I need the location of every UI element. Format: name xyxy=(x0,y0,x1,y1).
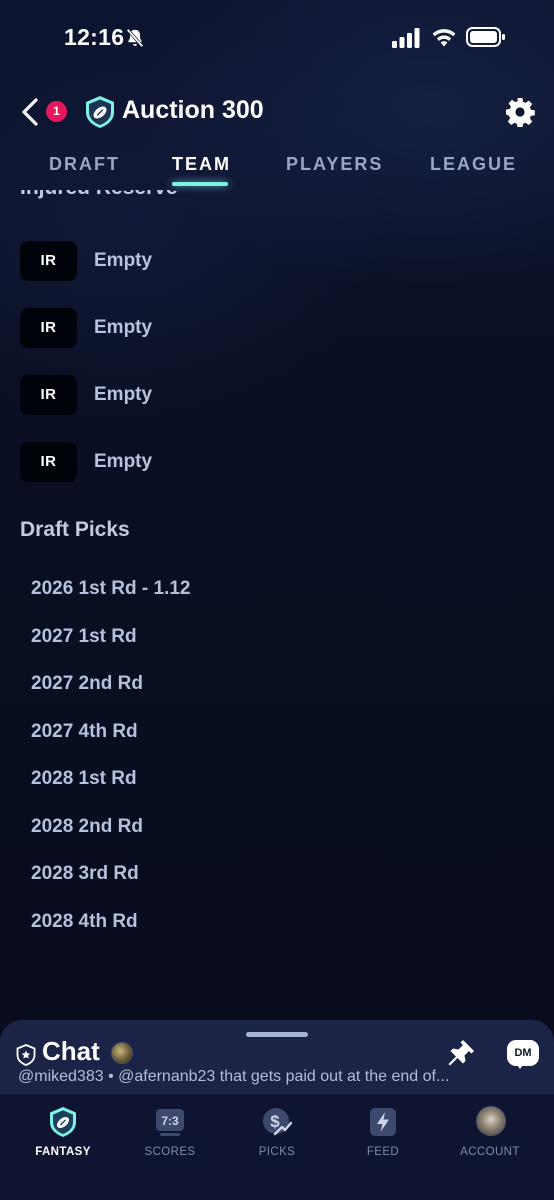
draft-pick-item[interactable]: 2026 1st Rd - 1.12 xyxy=(31,578,190,600)
draft-pick-item[interactable]: 2028 3rd Rd xyxy=(31,863,139,885)
nav-label: ACCOUNT xyxy=(460,1146,520,1158)
ir-chip: IR xyxy=(20,375,77,415)
money-trend-icon: $ xyxy=(263,1108,293,1136)
tab-draft[interactable]: DRAFT xyxy=(49,154,120,175)
svg-text:$: $ xyxy=(270,1112,280,1131)
tab-players[interactable]: PLAYERS xyxy=(286,154,383,175)
league-logo-icon xyxy=(86,96,114,128)
lightning-icon xyxy=(370,1108,396,1136)
nav-fantasy[interactable]: FANTASY xyxy=(13,1104,113,1174)
bell-slash-icon xyxy=(126,28,144,48)
notification-badge[interactable]: 1 xyxy=(46,101,67,122)
avatar xyxy=(111,1042,133,1064)
gear-icon[interactable] xyxy=(505,97,535,127)
shield-icon xyxy=(16,1044,36,1066)
ir-slot-label: Empty xyxy=(94,384,153,405)
ir-chip: IR xyxy=(20,442,77,482)
draft-pick-item[interactable]: 2027 1st Rd xyxy=(31,626,137,648)
draft-pick-item[interactable]: 2028 4th Rd xyxy=(31,911,138,933)
chat-title[interactable]: Chat xyxy=(42,1036,100,1067)
nav-picks[interactable]: $ PICKS xyxy=(227,1104,327,1174)
draft-pick-item[interactable]: 2028 1st Rd xyxy=(31,768,137,790)
nav-label: SCORES xyxy=(144,1146,196,1158)
nav-account[interactable]: ACCOUNT xyxy=(440,1104,540,1174)
football-shield-icon xyxy=(50,1107,76,1137)
battery-icon xyxy=(466,27,505,47)
bottom-nav: FANTASY 7:3 SCORES $ PICKS FEED ACCOUNT xyxy=(0,1093,554,1200)
tab-team[interactable]: TEAM xyxy=(172,154,231,175)
team-content[interactable]: Injured Reserve IR Empty IR Empty IR Emp… xyxy=(0,190,554,1020)
ir-chip: IR xyxy=(20,241,77,281)
svg-text:7:3: 7:3 xyxy=(161,1114,179,1128)
nav-scores[interactable]: 7:3 SCORES xyxy=(120,1104,220,1174)
injured-reserve-heading: Injured Reserve xyxy=(20,190,178,200)
nav-feed[interactable]: FEED xyxy=(333,1104,433,1174)
tab-bar: DRAFT TEAM PLAYERS LEAGUE xyxy=(0,150,554,190)
draft-picks-heading: Draft Picks xyxy=(20,518,130,541)
ir-chip: IR xyxy=(20,308,77,348)
status-bar: 12:16 xyxy=(0,0,554,80)
chat-preview[interactable]: @miked383 • @afernanb23 that gets paid o… xyxy=(18,1068,538,1086)
active-tab-indicator xyxy=(172,182,228,186)
ir-slot[interactable]: IR Empty xyxy=(20,241,340,281)
signal-icon xyxy=(392,28,420,48)
ir-slot[interactable]: IR Empty xyxy=(20,375,340,415)
back-button[interactable] xyxy=(18,96,46,128)
pin-icon[interactable] xyxy=(446,1038,476,1068)
wifi-icon xyxy=(432,29,456,47)
drag-handle[interactable] xyxy=(246,1032,308,1037)
tab-league[interactable]: LEAGUE xyxy=(430,154,517,175)
ir-slot-label: Empty xyxy=(94,451,153,472)
status-time: 12:16 xyxy=(64,24,125,50)
ir-slot[interactable]: IR Empty xyxy=(20,308,340,348)
nav-label: PICKS xyxy=(258,1146,296,1158)
page-title: Auction 300 xyxy=(122,96,264,124)
scoreboard-icon: 7:3 xyxy=(156,1109,184,1136)
draft-pick-item[interactable]: 2028 2nd Rd xyxy=(31,816,143,838)
draft-pick-item[interactable]: 2027 2nd Rd xyxy=(31,673,143,695)
avatar xyxy=(476,1106,506,1136)
ir-slot-label: Empty xyxy=(94,250,153,271)
nav-label: FANTASY xyxy=(35,1146,91,1158)
ir-slot[interactable]: IR Empty xyxy=(20,442,340,482)
draft-pick-item[interactable]: 2027 4th Rd xyxy=(31,721,138,743)
nav-label: FEED xyxy=(366,1146,400,1158)
ir-slot-label: Empty xyxy=(94,317,153,338)
